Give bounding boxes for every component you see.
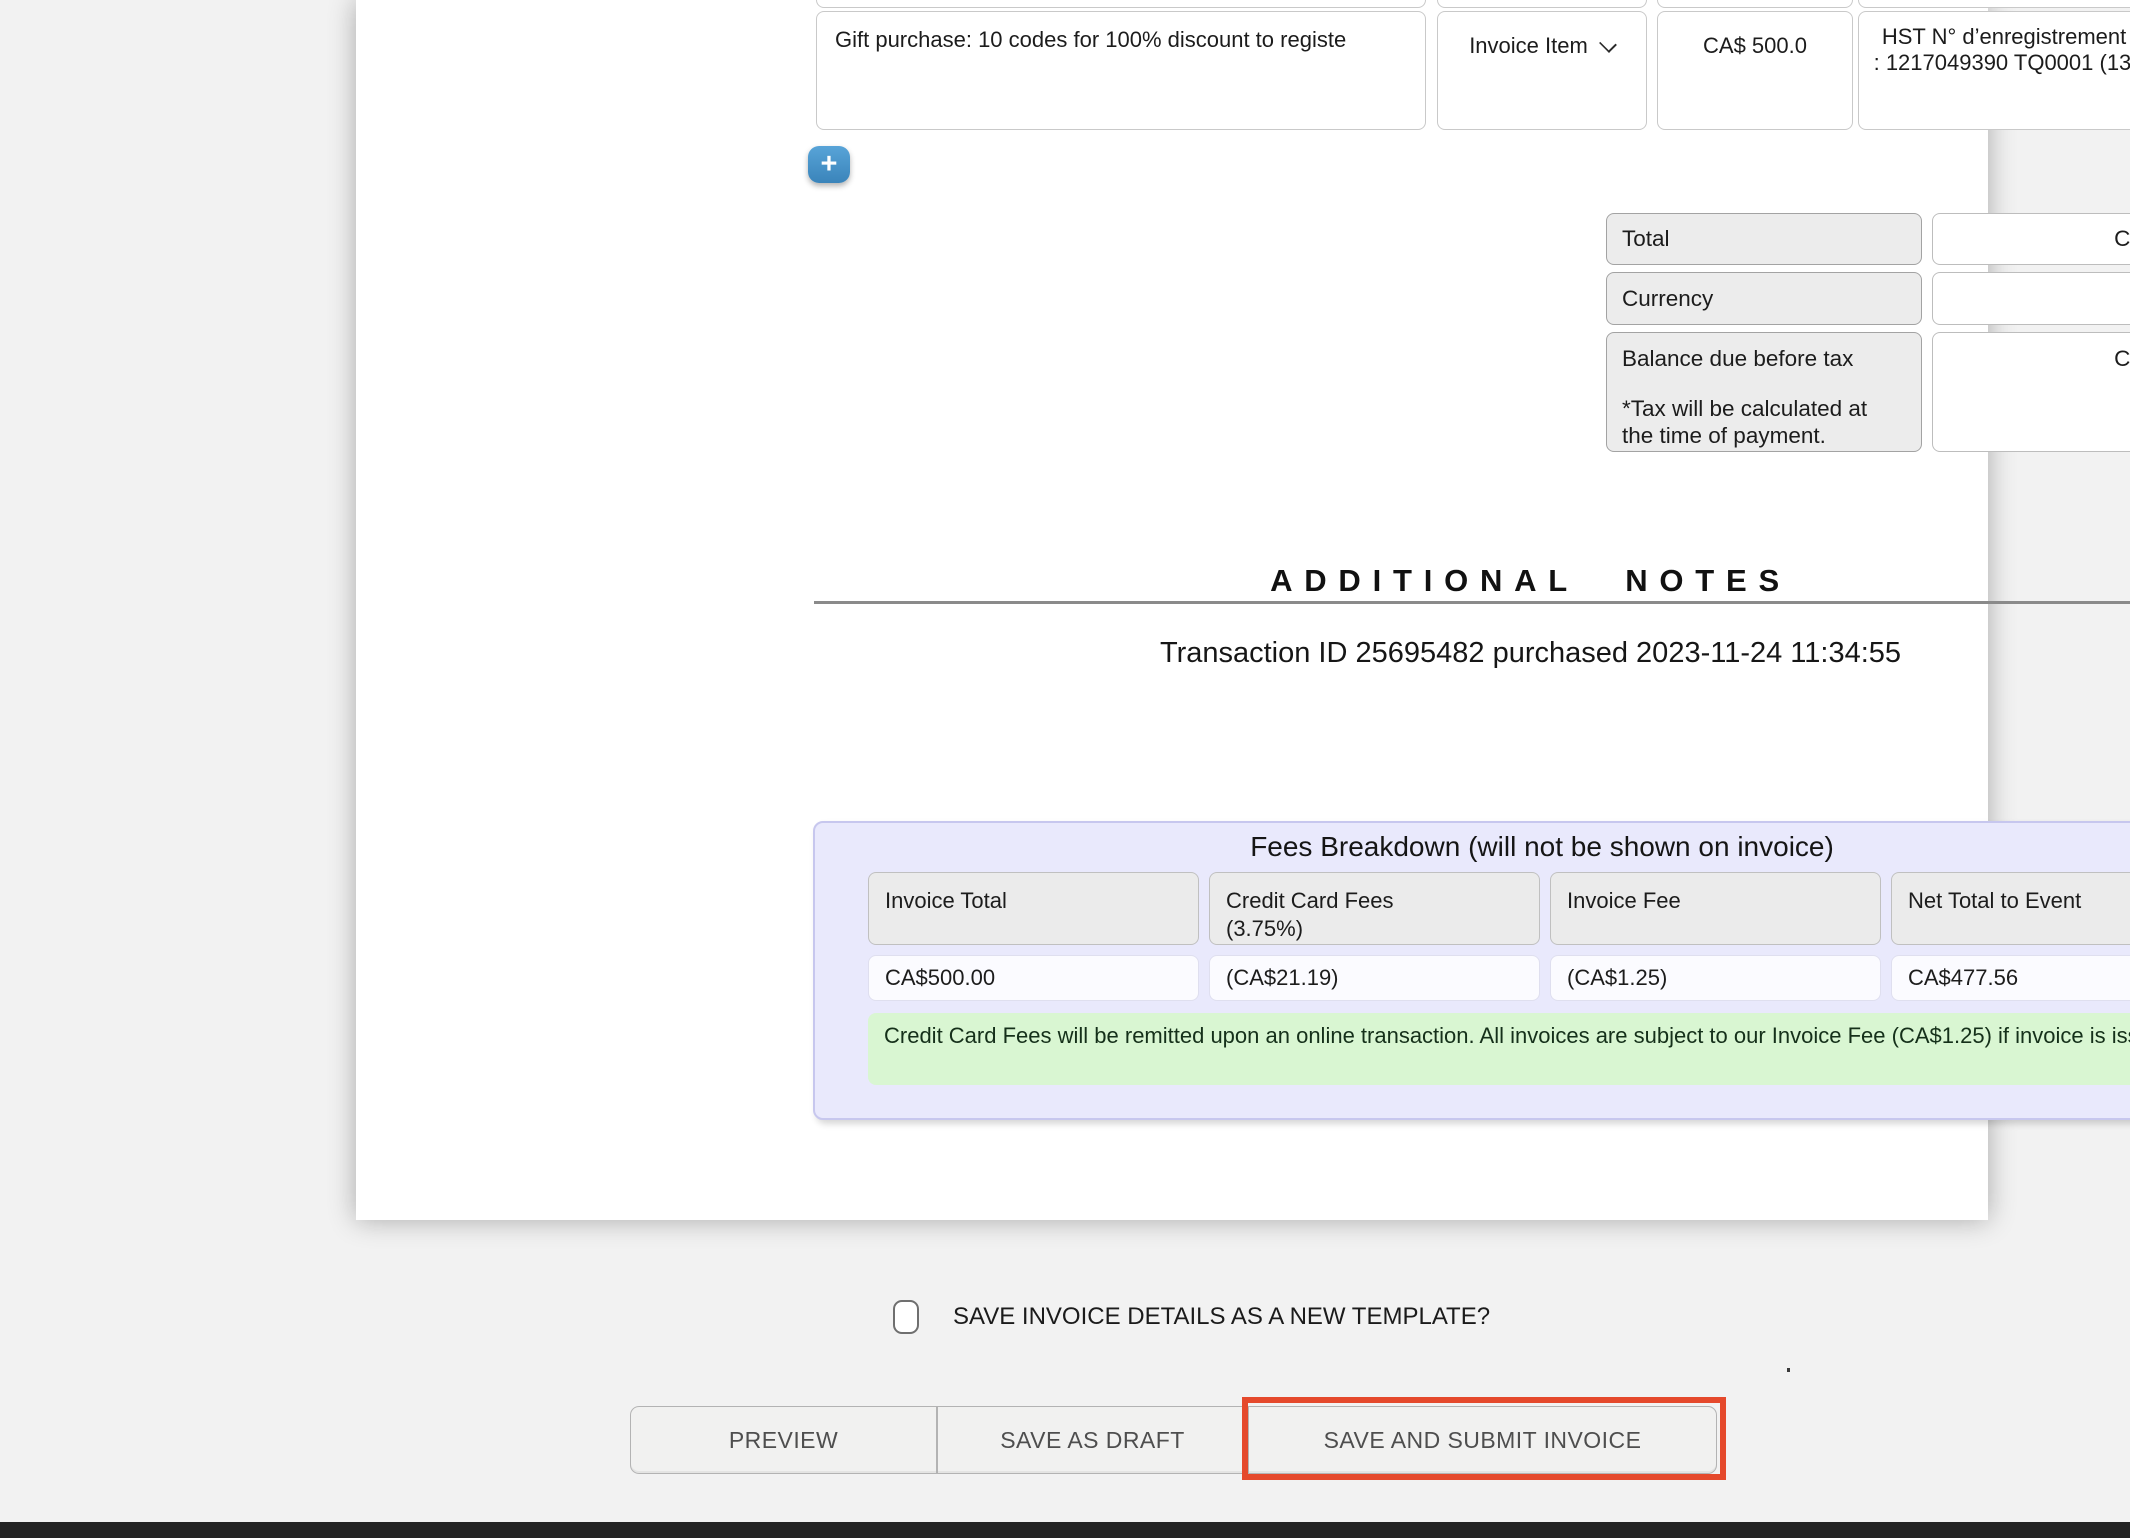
currency-label-cell: Currency [1606, 272, 1922, 325]
save-and-submit-button[interactable]: SAVE AND SUBMIT INVOICE [1248, 1406, 1717, 1474]
action-button-group: PREVIEW SAVE AS DRAFT SAVE AND SUBMIT IN… [630, 1406, 1717, 1474]
total-value: CA$ 500.00 [2114, 226, 2130, 252]
currency-value-cell: CAD [1932, 272, 2130, 325]
add-line-item-button[interactable]: + [808, 146, 850, 183]
line-item-description-textarea[interactable]: Gift purchase: 10 codes for 100% discoun… [816, 11, 1426, 130]
fee-value-text: (CA$21.19) [1226, 965, 1339, 991]
save-as-draft-button[interactable]: SAVE AS DRAFT [937, 1406, 1248, 1474]
balance-label-cell: Balance due before tax *Tax will be calc… [1606, 332, 1922, 452]
line-item-amount-text: CA$ 500.0 [1703, 33, 1807, 58]
notes-text: Transaction ID 25695482 purchased 2023-1… [1160, 637, 1901, 669]
total-label-cell: Total [1606, 213, 1922, 265]
save-template-label: SAVE INVOICE DETAILS AS A NEW TEMPLATE? [953, 1300, 1490, 1334]
fee-value-text: CA$477.56 [1908, 965, 2018, 991]
fee-value-text: (CA$1.25) [1567, 965, 1667, 991]
fee-header-invoice-total: Invoice Total [868, 872, 1199, 945]
invoice-card: Gift purchase: 10 codes for 100% discoun… [356, 0, 1988, 1220]
total-label: Total [1622, 226, 1670, 252]
line-item-tax-field: HST N° d’enregistrement de la TVQ : 1217… [1858, 11, 2130, 130]
prev-row-amount-field[interactable] [1657, 0, 1853, 8]
notes-divider [814, 601, 2130, 604]
tax-registration-label: HST N° d’enregistrement de la TVQ : 1217… [1874, 24, 2130, 75]
prev-row-type-field[interactable] [1437, 0, 1647, 8]
currency-label: Currency [1622, 286, 1713, 312]
fee-header-invoice-fee: Invoice Fee [1550, 872, 1881, 945]
fee-value-text: CA$500.00 [885, 965, 995, 991]
notes-textarea[interactable]: Transaction ID 25695482 purchased 2023-1… [814, 630, 2130, 700]
line-item-description-text: Gift purchase: 10 codes for 100% discoun… [835, 27, 1346, 52]
total-value-cell: CA$ 500.00 [1932, 213, 2130, 265]
artifact-dot [1787, 1368, 1790, 1372]
prev-row-tax-field[interactable] [1858, 0, 2130, 8]
invoice-editor-page: Gift purchase: 10 codes for 100% discoun… [0, 0, 2130, 1538]
preview-button[interactable]: PREVIEW [630, 1406, 937, 1474]
tax-calculation-note: *Tax will be calculated at the time of p… [1622, 396, 1900, 449]
fee-header-credit-card-fees: Credit Card Fees (3.75%) [1209, 872, 1540, 945]
fees-breakdown-title: Fees Breakdown (will not be shown on inv… [813, 831, 2130, 863]
additional-notes-heading: ADDITIONAL NOTES [814, 563, 2130, 599]
balance-label: Balance due before tax [1622, 346, 1906, 372]
balance-value-cell: CA$ 500.00 [1932, 332, 2130, 452]
plus-icon: + [821, 148, 838, 180]
fee-value-credit-card-fees: (CA$21.19) [1209, 955, 1540, 1001]
line-item-type-label: Invoice Item [1469, 33, 1588, 59]
balance-value: CA$ 500.00 [2114, 346, 2130, 372]
chevron-down-icon [1599, 35, 1617, 53]
fees-note: Credit Card Fees will be remitted upon a… [868, 1013, 2130, 1085]
fee-value-net-total: CA$477.56 [1891, 955, 2130, 1001]
fee-value-invoice-total: CA$500.00 [868, 955, 1199, 1001]
fee-value-invoice-fee: (CA$1.25) [1550, 955, 1881, 1001]
fee-header-net-total: Net Total to Event [1891, 872, 2130, 945]
line-item-amount-input[interactable]: CA$ 500.0 [1657, 11, 1853, 130]
save-template-checkbox[interactable] [893, 1300, 919, 1334]
prev-row-description-field[interactable] [816, 0, 1426, 8]
footer-bar [0, 1522, 2130, 1538]
line-item-type-select[interactable]: Invoice Item [1437, 11, 1647, 130]
